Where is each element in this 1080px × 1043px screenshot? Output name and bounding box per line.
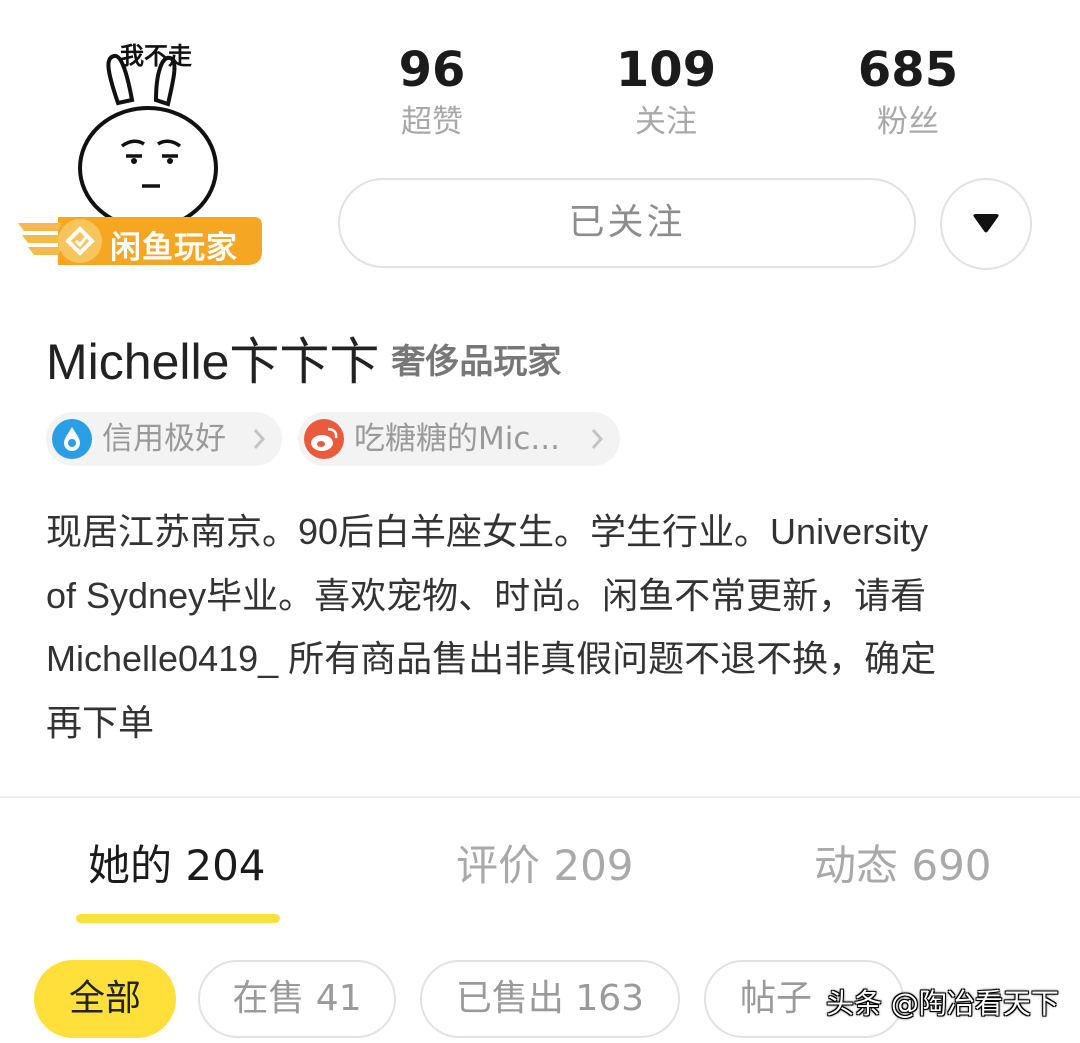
credit-chip[interactable]: 信用极好 [46,412,282,466]
weibo-label: 吃糖糖的Mic... [354,421,560,457]
avatar-caption: 我不走 [120,42,192,70]
stat-likes-label: 超赞 [401,104,463,140]
bio-line: 再下单 [46,701,155,743]
stat-following-value: 109 [615,42,717,98]
stat-likes-value: 96 [398,42,466,98]
tab-hers[interactable]: 她的 204 [88,836,266,896]
active-tab-indicator [76,914,280,923]
tab-activity[interactable]: 动态 690 [814,836,992,896]
bio: 现居江苏南京。90后白羊座女生。学生行业。University of Sydne… [46,500,1046,754]
section-divider [0,796,1080,798]
tab-reviews[interactable]: 评价 209 [456,836,634,896]
watermark: 头条 @陶冶看天下 [826,987,1059,1020]
filter-on-sale[interactable]: 在售 41 [198,960,396,1038]
profile-name-row: Michelle卞卞卞 奢侈品玩家 [46,322,561,394]
filter-all[interactable]: 全部 [34,960,176,1038]
stat-following-label: 关注 [635,104,697,140]
chevron-right-icon [591,429,604,449]
more-options-button[interactable] [940,178,1032,270]
triangle-down-icon [973,214,999,233]
followed-button[interactable]: 已关注 [338,178,916,268]
water-drop-icon [52,419,92,459]
bio-line: Michelle0419_ 所有商品售出非真假问题不退不换，确定 [46,638,937,679]
weibo-chip[interactable]: 吃糖糖的Mic... [298,412,620,466]
credit-label: 信用极好 [102,421,226,457]
bio-line: 现居江苏南京。90后白羊座女生。学生行业。University [46,511,929,552]
filter-sold[interactable]: 已售出 163 [420,960,680,1038]
bio-line: of Sydney毕业。喜欢宠物、时尚。闲鱼不常更新，请看 [46,574,927,616]
stat-followers-value: 685 [857,42,959,98]
weibo-icon [304,419,344,459]
stat-likes[interactable]: 96 超赞 [342,42,522,142]
user-tag: 奢侈品玩家 [391,341,562,382]
badge-label: 闲鱼玩家 [110,230,238,266]
stat-followers-label: 粉丝 [877,104,939,140]
username: Michelle卞卞卞 [46,334,380,390]
chevron-right-icon [253,429,266,449]
stat-followers[interactable]: 685 粉丝 [818,42,998,142]
stat-following[interactable]: 109 关注 [576,42,756,142]
